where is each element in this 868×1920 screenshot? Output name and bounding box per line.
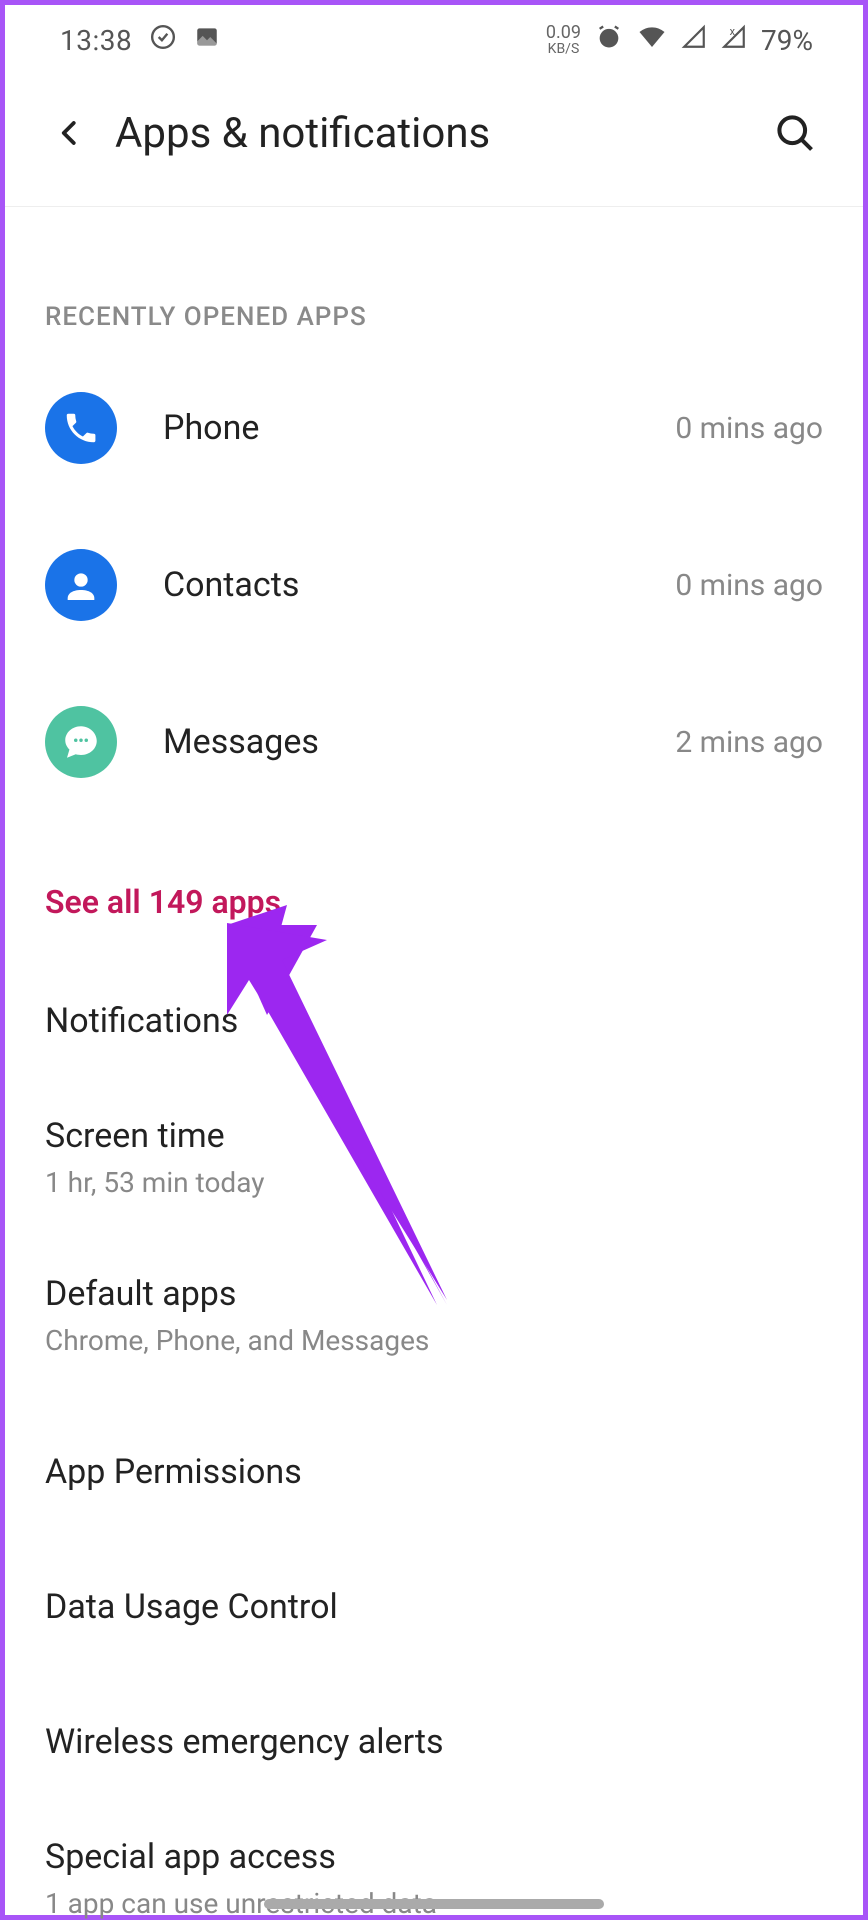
signal-1-icon (681, 24, 707, 57)
status-right: 0.09 KB/S x 79% (546, 23, 813, 58)
battery-percent: 79% (761, 24, 813, 57)
wifi-icon (637, 24, 667, 57)
alarm-icon (595, 23, 623, 58)
app-name: Phone (163, 408, 675, 448)
setting-notifications[interactable]: Notifications (45, 1001, 823, 1041)
network-speed: 0.09 KB/S (546, 24, 581, 56)
recent-apps-header: RECENTLY OPENED APPS (45, 302, 823, 332)
setting-title: Data Usage Control (45, 1587, 823, 1627)
contacts-app-icon (45, 549, 117, 621)
content: RECENTLY OPENED APPS Phone 0 mins ago Co… (5, 302, 863, 1920)
setting-title: Default apps (45, 1274, 823, 1314)
checkmark-icon (150, 24, 176, 57)
recent-app-messages[interactable]: Messages 2 mins ago (45, 706, 823, 778)
setting-wireless-alerts[interactable]: Wireless emergency alerts (45, 1722, 823, 1762)
setting-default-apps[interactable]: Default apps Chrome, Phone, and Messages (45, 1274, 823, 1357)
see-all-apps-link[interactable]: See all 149 apps (45, 878, 823, 926)
status-left: 13:38 (60, 24, 220, 57)
app-time: 2 mins ago (675, 725, 823, 760)
page-title: Apps & notifications (115, 109, 767, 158)
signal-2-icon: x (721, 24, 747, 57)
image-icon (194, 24, 220, 57)
setting-screen-time[interactable]: Screen time 1 hr, 53 min today (45, 1116, 823, 1199)
setting-title: Wireless emergency alerts (45, 1722, 823, 1762)
setting-title: App Permissions (45, 1452, 823, 1492)
messages-app-icon (45, 706, 117, 778)
app-name: Messages (163, 722, 675, 762)
app-name: Contacts (163, 565, 675, 605)
setting-subtitle: 1 hr, 53 min today (45, 1166, 823, 1199)
setting-data-usage[interactable]: Data Usage Control (45, 1587, 823, 1627)
setting-title: Screen time (45, 1116, 823, 1156)
phone-app-icon (45, 392, 117, 464)
recent-app-contacts[interactable]: Contacts 0 mins ago (45, 549, 823, 621)
setting-subtitle: Chrome, Phone, and Messages (45, 1324, 823, 1357)
svg-text:x: x (730, 24, 736, 37)
nav-handle[interactable] (264, 1899, 604, 1909)
setting-app-permissions[interactable]: App Permissions (45, 1452, 823, 1492)
status-bar: 13:38 0.09 KB/S x 79% (5, 5, 863, 75)
setting-title: Notifications (45, 1001, 823, 1041)
app-header: Apps & notifications (5, 75, 863, 207)
recent-app-phone[interactable]: Phone 0 mins ago (45, 392, 823, 464)
setting-title: Special app access (45, 1837, 823, 1877)
search-button[interactable] (767, 105, 823, 161)
app-time: 0 mins ago (675, 568, 823, 603)
back-button[interactable] (45, 108, 95, 158)
app-time: 0 mins ago (675, 411, 823, 446)
status-time: 13:38 (60, 24, 132, 57)
